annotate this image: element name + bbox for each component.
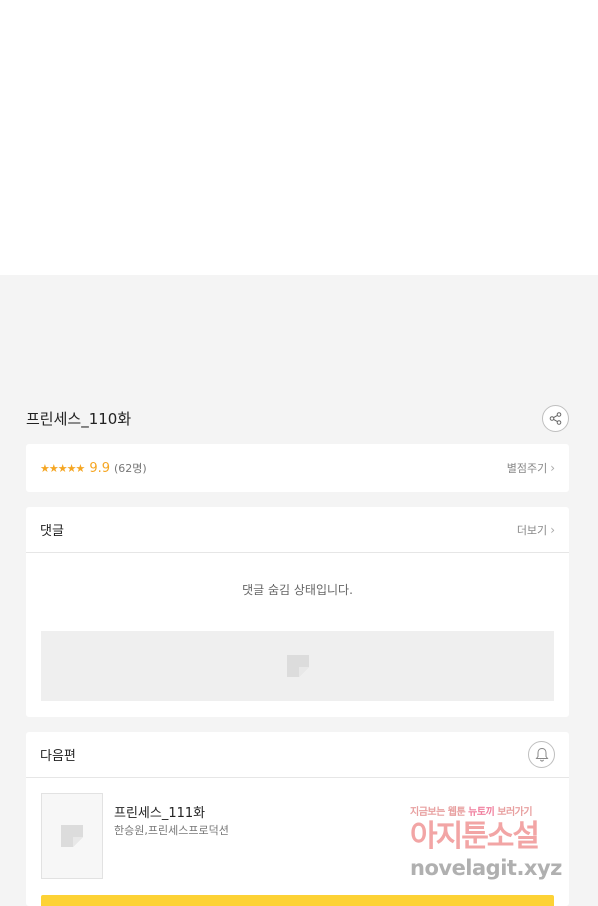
rate-button[interactable]: 별점주기 › xyxy=(507,460,555,476)
next-episode-thumbnail[interactable] xyxy=(41,793,103,879)
next-episode-title[interactable]: 프린세스_111화 xyxy=(114,802,205,821)
viewer-content-area xyxy=(0,0,598,275)
watermark-text-c: 보러가기 xyxy=(497,807,533,818)
share-button[interactable] xyxy=(542,405,569,432)
watermark-line1: 지금보는 웹툰 뉴토끼 보러가기 xyxy=(410,803,578,818)
chevron-right-icon: › xyxy=(550,522,555,537)
watermark-text-b: 뉴토끼 xyxy=(468,807,495,818)
watermark-line3: novelagit.xyz xyxy=(410,856,562,880)
comment-header: 댓글 더보기 › xyxy=(26,507,569,553)
image-placeholder-icon xyxy=(286,655,309,677)
watermark-text-a: 지금보는 웹툰 xyxy=(410,807,466,818)
comment-card: 댓글 더보기 › 댓글 숨김 상태입니다. xyxy=(26,507,569,717)
bell-icon xyxy=(535,747,548,762)
watermark: 지금보는 웹툰 뉴토끼 보러가기 아지툰소설 novelagit.xyz xyxy=(410,803,578,893)
image-placeholder-icon xyxy=(61,825,83,847)
comment-hidden-message: 댓글 숨김 상태입니다. xyxy=(242,583,353,597)
share-icon xyxy=(549,412,562,425)
next-episode-header: 다음편 xyxy=(26,732,569,778)
watermark-line2: 아지툰소설 xyxy=(410,819,540,854)
rating-summary: ★★★★★ 9.9 (62명) xyxy=(40,460,147,476)
next-episode-author: 한승원,프린세스프로덕션 xyxy=(114,824,229,837)
rating-score: 9.9 xyxy=(89,460,110,476)
rate-button-label: 별점주기 xyxy=(506,462,548,475)
rating-count: (62명) xyxy=(114,462,147,475)
rating-card: ★★★★★ 9.9 (62명) 별점주기 › xyxy=(26,444,569,492)
comment-more-label: 더보기 xyxy=(516,523,548,537)
notify-button[interactable] xyxy=(528,741,555,768)
ad-banner-placeholder[interactable] xyxy=(41,631,554,701)
chevron-right-icon: › xyxy=(550,461,555,475)
comment-heading: 댓글 xyxy=(40,524,64,539)
comment-more-link[interactable]: 더보기 › xyxy=(517,522,555,538)
episode-title: 프린세스_110화 xyxy=(26,410,132,428)
rating-stars: ★★★★★ xyxy=(40,461,85,475)
next-episode-button[interactable] xyxy=(41,895,554,906)
next-episode-heading: 다음편 xyxy=(40,749,76,764)
